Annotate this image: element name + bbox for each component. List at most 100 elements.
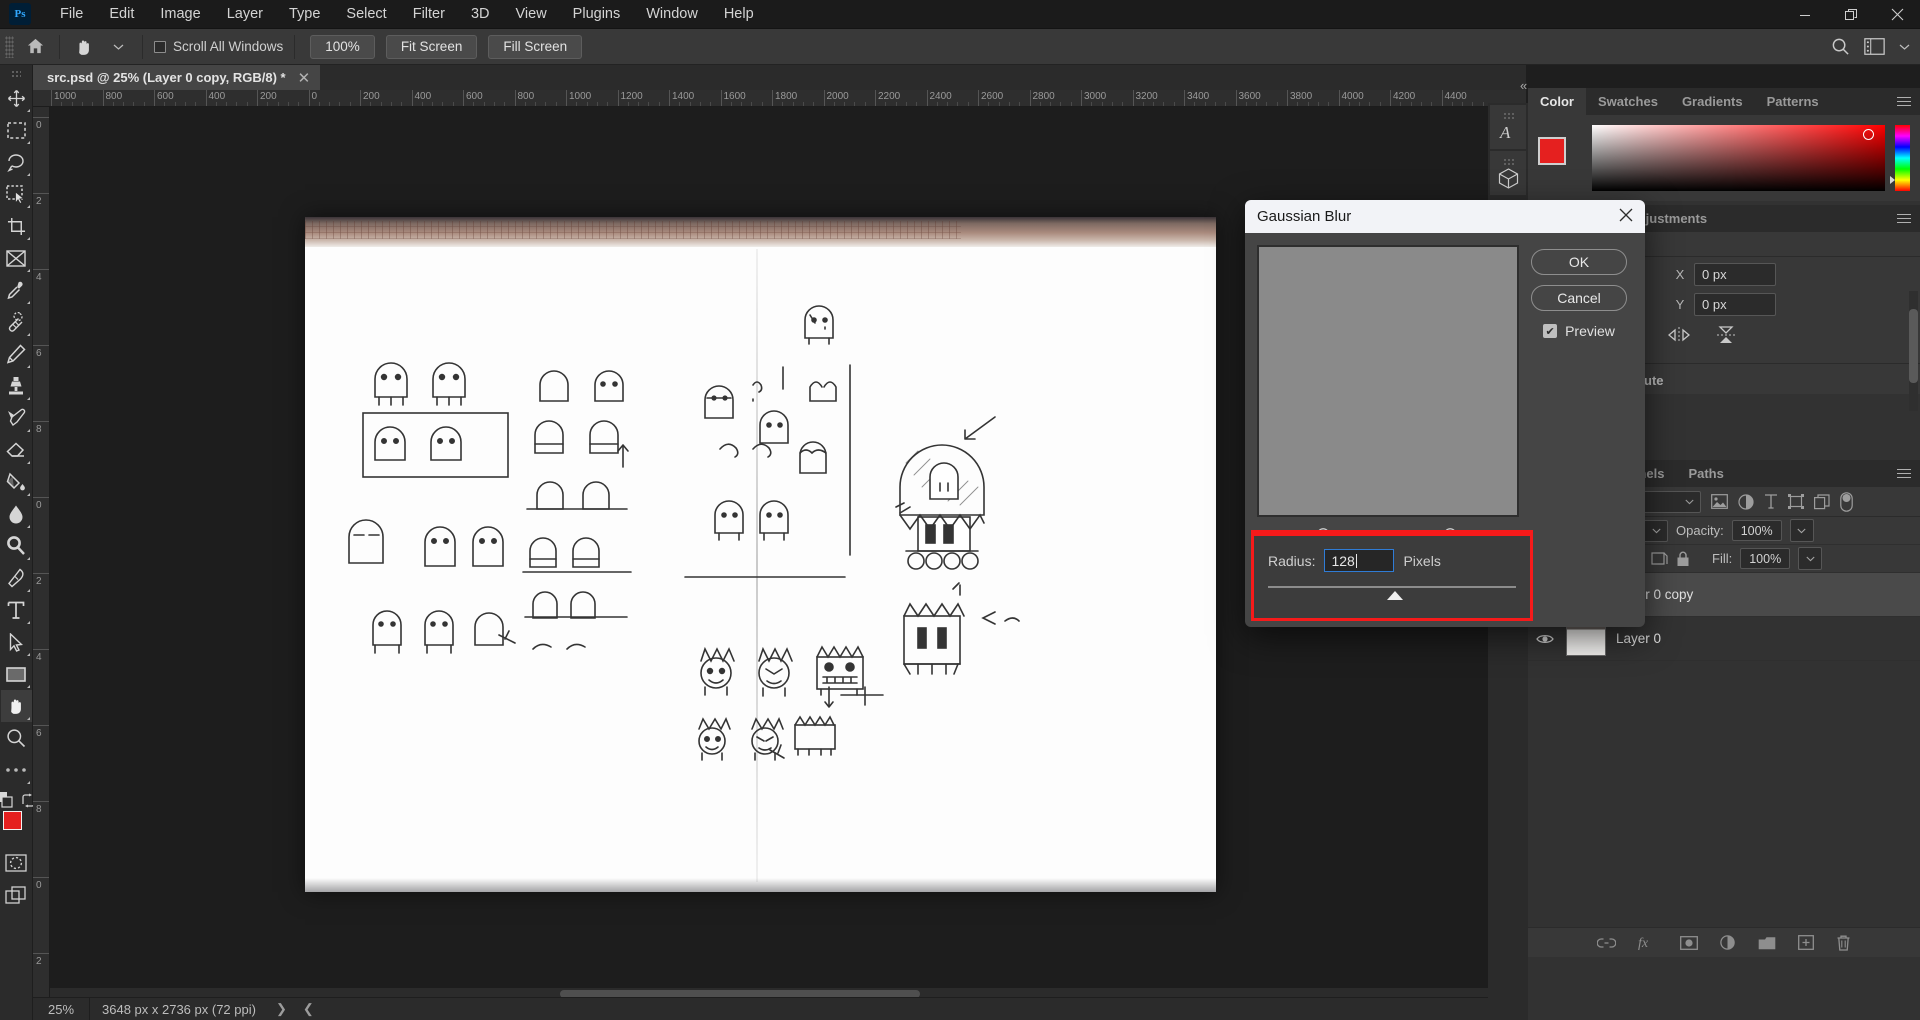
blur-tool[interactable] bbox=[1, 498, 32, 530]
home-icon[interactable] bbox=[18, 30, 52, 64]
tab-gradients[interactable]: Gradients bbox=[1670, 88, 1755, 115]
foreground-color-swatch[interactable] bbox=[3, 811, 22, 830]
layer-name[interactable]: Layer 0 bbox=[1616, 631, 1661, 646]
close-icon[interactable] bbox=[1874, 0, 1920, 29]
menu-select[interactable]: Select bbox=[333, 0, 399, 29]
chevron-down-icon[interactable] bbox=[101, 30, 135, 64]
menu-view[interactable]: View bbox=[503, 0, 560, 29]
lock-artboard-icon[interactable] bbox=[1651, 551, 1668, 566]
object-selection-tool[interactable] bbox=[1, 178, 32, 210]
smartobject-filter-icon[interactable] bbox=[1814, 494, 1830, 510]
restore-icon[interactable] bbox=[1828, 0, 1874, 29]
brush-tool[interactable] bbox=[1, 338, 32, 370]
quick-mask-icon[interactable] bbox=[1, 847, 32, 879]
scroll-all-windows-checkbox[interactable]: Scroll All Windows bbox=[150, 39, 287, 54]
radius-input[interactable]: 128 bbox=[1324, 549, 1394, 572]
dialog-title-bar[interactable]: Gaussian Blur bbox=[1245, 200, 1645, 233]
rectangle-tool[interactable] bbox=[1, 658, 32, 690]
fit-screen-button[interactable]: Fit Screen bbox=[386, 35, 478, 59]
layer-visibility-icon[interactable] bbox=[1534, 633, 1556, 645]
menu-plugins[interactable]: Plugins bbox=[560, 0, 634, 29]
tab-swatches[interactable]: Swatches bbox=[1586, 88, 1670, 115]
chevron-down-icon[interactable] bbox=[1899, 43, 1910, 51]
vertical-ruler[interactable]: 024680246802 bbox=[33, 107, 50, 1000]
crop-tool[interactable] bbox=[1, 210, 32, 242]
menu-help[interactable]: Help bbox=[711, 0, 767, 29]
delete-layer-icon[interactable] bbox=[1836, 935, 1851, 951]
close-icon[interactable]: ✕ bbox=[298, 69, 311, 87]
fill-screen-button[interactable]: Fill Screen bbox=[488, 35, 582, 59]
move-tool[interactable] bbox=[1, 82, 32, 114]
options-bar-grip[interactable] bbox=[5, 36, 14, 58]
foreground-color-swatch[interactable] bbox=[1538, 137, 1566, 165]
zoom-100-button[interactable]: 100% bbox=[310, 35, 375, 59]
screen-mode-icon[interactable] bbox=[1, 879, 32, 911]
scrollbar-thumb[interactable] bbox=[1909, 309, 1918, 383]
type-filter-icon[interactable] bbox=[1764, 494, 1778, 509]
default-colors-icon[interactable] bbox=[0, 792, 13, 808]
menu-3d[interactable]: 3D bbox=[458, 0, 503, 29]
fill-value[interactable]: 100% bbox=[1740, 548, 1790, 569]
properties-scrollbar[interactable] bbox=[1909, 291, 1918, 411]
chevron-left-icon[interactable]: ❮ bbox=[295, 1001, 322, 1017]
menu-layer[interactable]: Layer bbox=[214, 0, 276, 29]
minimize-icon[interactable] bbox=[1782, 0, 1828, 29]
frame-tool[interactable] bbox=[1, 242, 32, 274]
adjustment-layer-icon[interactable] bbox=[1720, 935, 1736, 950]
tab-patterns[interactable]: Patterns bbox=[1755, 88, 1831, 115]
tools-panel-grip[interactable] bbox=[11, 70, 21, 79]
add-mask-icon[interactable] bbox=[1680, 936, 1698, 950]
flip-vertical-icon[interactable] bbox=[1716, 325, 1736, 345]
workspace-icon[interactable] bbox=[1864, 38, 1885, 55]
preview-checkbox[interactable]: ✔ Preview bbox=[1543, 323, 1615, 339]
edit-toolbar-ellipsis-icon[interactable] bbox=[1, 754, 32, 786]
lasso-tool[interactable] bbox=[1, 146, 32, 178]
horizontal-ruler[interactable]: 1000800600400200020040060080010001200140… bbox=[33, 90, 1526, 107]
rectangular-marquee-tool[interactable] bbox=[1, 114, 32, 146]
hand-tool-icon[interactable] bbox=[67, 30, 101, 64]
menu-type[interactable]: Type bbox=[276, 0, 333, 29]
opacity-stepper-caret[interactable] bbox=[1790, 519, 1814, 542]
status-zoom-level[interactable]: 25% bbox=[33, 1002, 89, 1017]
eraser-tool[interactable] bbox=[1, 434, 32, 466]
color-panel-swatches[interactable] bbox=[1538, 137, 1582, 179]
zoom-tool[interactable] bbox=[1, 722, 32, 754]
color-swatches[interactable] bbox=[1, 810, 32, 841]
type-tool[interactable] bbox=[1, 594, 32, 626]
panel-menu-icon[interactable] bbox=[1897, 211, 1911, 226]
chevron-right-icon[interactable]: ❯ bbox=[268, 1001, 295, 1017]
ok-button[interactable]: OK bbox=[1531, 249, 1627, 275]
x-field[interactable]: 0 px bbox=[1694, 263, 1776, 286]
document-tab[interactable]: src.psd @ 25% (Layer 0 copy, RGB/8) * ✕ bbox=[33, 65, 321, 90]
3d-panel-rail-button[interactable] bbox=[1490, 151, 1526, 195]
close-icon[interactable] bbox=[1619, 208, 1633, 222]
hand-tool[interactable] bbox=[1, 690, 32, 722]
panel-menu-icon[interactable] bbox=[1897, 94, 1911, 109]
history-brush-tool[interactable] bbox=[1, 402, 32, 434]
cancel-button[interactable]: Cancel bbox=[1531, 285, 1627, 311]
document-image[interactable]: 2021.10.8 Draft. Doodle Plain. roundirec… bbox=[305, 217, 1216, 892]
menu-file[interactable]: File bbox=[47, 0, 96, 29]
slider-handle[interactable] bbox=[1387, 591, 1403, 600]
character-panel-rail-button[interactable]: A bbox=[1490, 105, 1526, 149]
menu-edit[interactable]: Edit bbox=[96, 0, 147, 29]
color-picker-field[interactable] bbox=[1592, 125, 1885, 191]
opacity-value[interactable]: 100% bbox=[1732, 520, 1782, 541]
fx-icon[interactable]: fx bbox=[1638, 935, 1658, 950]
blur-preview[interactable] bbox=[1257, 245, 1519, 517]
fill-stepper-caret[interactable] bbox=[1798, 547, 1822, 570]
link-layers-icon[interactable] bbox=[1597, 937, 1616, 949]
gaussian-blur-dialog[interactable]: Gaussian Blur 100% OK C bbox=[1245, 200, 1645, 627]
status-document-size[interactable]: 3648 px x 2736 px (72 ppi) bbox=[89, 998, 268, 1020]
spot-healing-brush-tool[interactable] bbox=[1, 306, 32, 338]
search-icon[interactable] bbox=[1831, 37, 1850, 56]
pen-tool[interactable] bbox=[1, 562, 32, 594]
gradient-tool[interactable] bbox=[1, 466, 32, 498]
pixel-filter-icon[interactable] bbox=[1711, 494, 1728, 509]
panel-menu-icon[interactable] bbox=[1897, 466, 1911, 481]
tab-color[interactable]: Color bbox=[1528, 88, 1586, 115]
filter-toggle-icon[interactable] bbox=[1840, 492, 1853, 512]
tab-paths[interactable]: Paths bbox=[1676, 460, 1735, 487]
flip-horizontal-icon[interactable] bbox=[1668, 326, 1690, 344]
y-field[interactable]: 0 px bbox=[1694, 293, 1776, 316]
